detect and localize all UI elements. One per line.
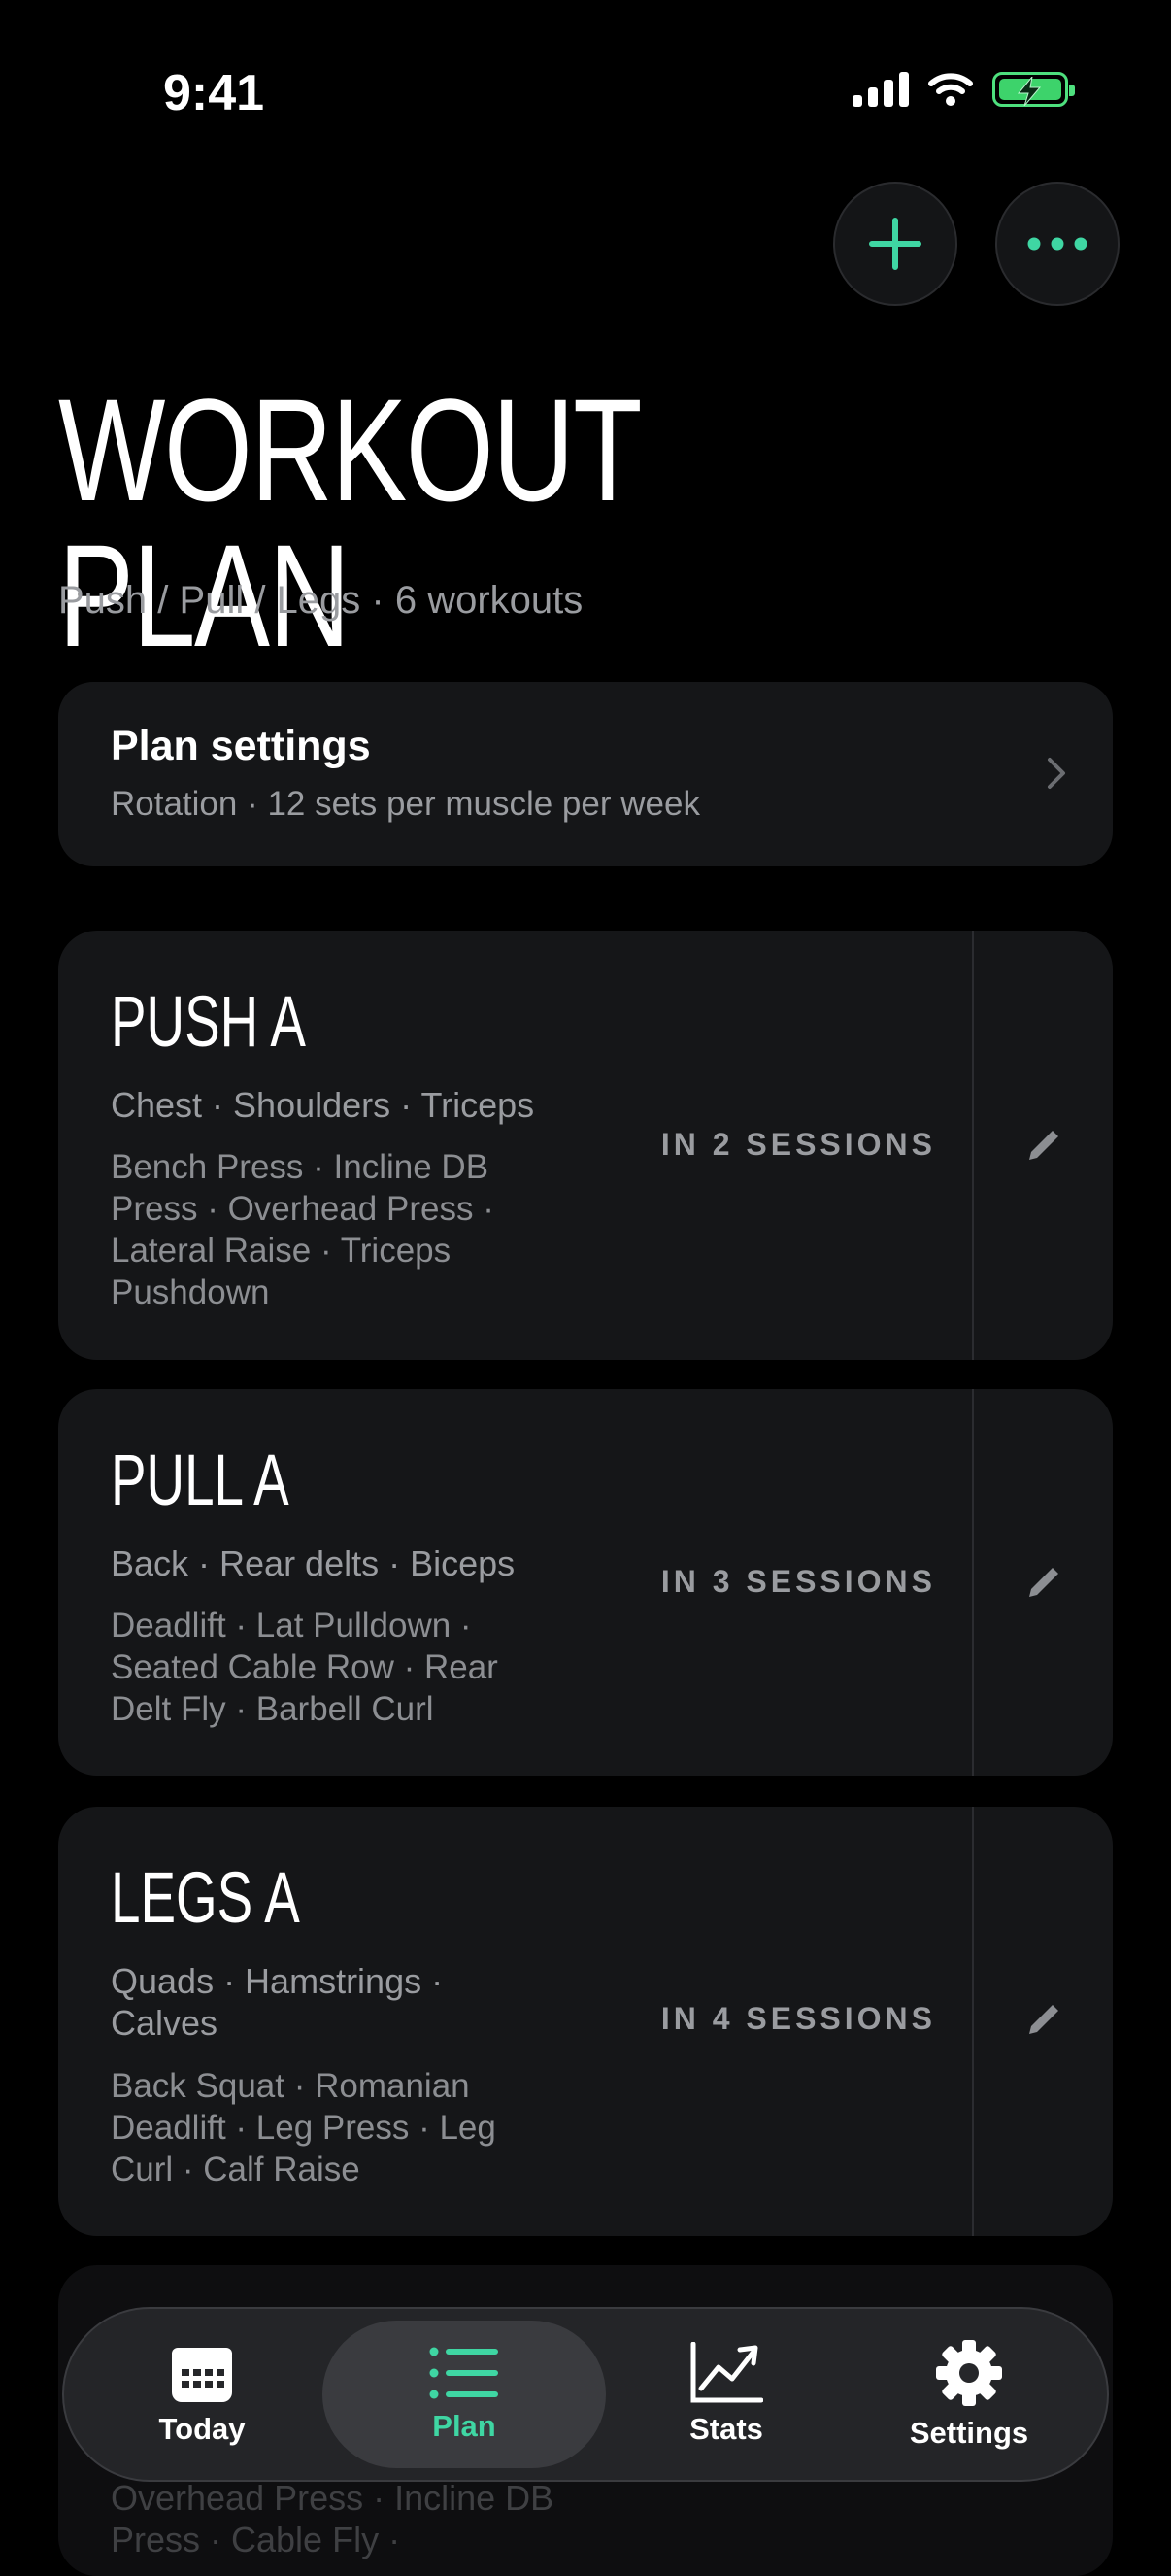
workout-name: PULL A [111,1440,289,1520]
edit-pencil-icon[interactable] [1023,1125,1064,1166]
tab-label: Plan [432,2409,496,2443]
workout-card-pull-a[interactable]: PULL A Back · Rear delts · Biceps Deadli… [58,1389,1113,1776]
wifi-icon [928,73,973,106]
ellipsis-icon [1027,237,1087,251]
workout-exercises: Deadlift · Lat Pulldown · Seated Cable R… [111,1607,498,1728]
plus-icon [869,218,921,270]
page-subtitle: Push / Pull / Legs · 6 workouts [58,579,584,622]
plan-settings-description: Rotation · 12 sets per muscle per week [111,785,700,823]
tab-plan[interactable]: Plan [322,2321,606,2468]
workout-sessions-badge: IN 2 SESSIONS [660,1127,936,1162]
tab-stats[interactable]: Stats [658,2321,794,2468]
cellular-signal-icon [853,72,909,107]
workout-sessions-badge: IN 3 SESSIONS [660,1564,936,1599]
workout-muscles: Back · Rear delts · Biceps [111,1543,516,1583]
card-divider [972,1807,974,2236]
workout-name: LEGS A [111,1857,300,1938]
tab-bar: Today Plan Stats Settings [62,2307,1109,2482]
calendar-icon [172,2348,232,2402]
edit-pencil-icon[interactable] [1023,1562,1064,1603]
workout-exercises: Bench Press · Incline DB Press · Overhea… [111,1148,494,1311]
chart-icon [690,2342,763,2403]
workout-card-push-a[interactable]: PUSH A Chest · Shoulders · Triceps Bench… [58,931,1113,1360]
list-icon [429,2347,498,2399]
edit-pencil-icon[interactable] [1023,1999,1064,2040]
workout-exercises: Back Squat · Romanian Deadlift · Leg Pre… [111,2067,496,2188]
gear-icon [936,2340,1002,2406]
workout-card-legs-a[interactable]: LEGS A Quads · Hamstrings · Calves Back … [58,1807,1113,2236]
tab-label: Today [158,2412,246,2446]
status-icons [853,72,1075,107]
chevron-right-icon [1048,758,1065,789]
workout-muscles: Quads · Hamstrings · Calves [111,1961,444,2043]
tab-label: Stats [689,2412,763,2446]
workout-sessions-badge: IN 4 SESSIONS [660,2001,936,2036]
card-divider [972,931,974,1360]
tab-label: Settings [909,2416,1029,2450]
tab-today[interactable]: Today [124,2321,280,2468]
plan-settings-card[interactable]: Plan settings Rotation · 12 sets per mus… [58,682,1113,866]
battery-charging-icon [992,72,1075,107]
page-title: WORKOUT PLAN [58,368,640,677]
more-options-button[interactable] [995,182,1120,306]
tab-settings[interactable]: Settings [882,2321,1056,2468]
workout-exercises: Overhead Press · Incline DB Press · Cabl… [111,2478,554,2559]
card-divider [972,1389,974,1776]
plan-settings-title: Plan settings [111,723,371,769]
add-workout-button[interactable] [833,182,957,306]
workout-muscles: Chest · Shoulders · Triceps [111,1085,535,1125]
workout-name: PUSH A [111,981,306,1062]
status-time: 9:41 [163,65,265,121]
